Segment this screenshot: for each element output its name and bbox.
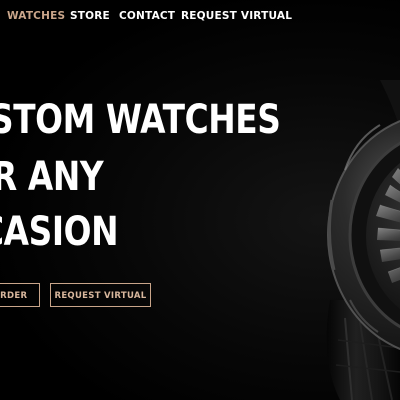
top-navigation: WATCHES STORE CONTACT REQUEST VIRTUAL xyxy=(0,0,400,34)
hero-section: WATCHES STORE CONTACT REQUEST VIRTUAL ST… xyxy=(0,0,400,400)
request-virtual-button[interactable]: REQUEST VIRTUAL xyxy=(50,283,151,307)
nav-item-store[interactable]: STORE xyxy=(70,10,110,22)
nav-item-watches[interactable]: WATCHES xyxy=(7,10,65,22)
hero-heading-line-2: R ANY xyxy=(0,154,104,200)
order-button[interactable]: ORDER xyxy=(0,283,40,307)
nav-item-contact[interactable]: CONTACT xyxy=(119,10,175,22)
hero-heading-line-1: STOM WATCHES xyxy=(0,97,281,143)
hero-heading-line-3: CASION xyxy=(0,209,119,255)
nav-item-request-virtual[interactable]: REQUEST VIRTUAL xyxy=(181,10,292,22)
